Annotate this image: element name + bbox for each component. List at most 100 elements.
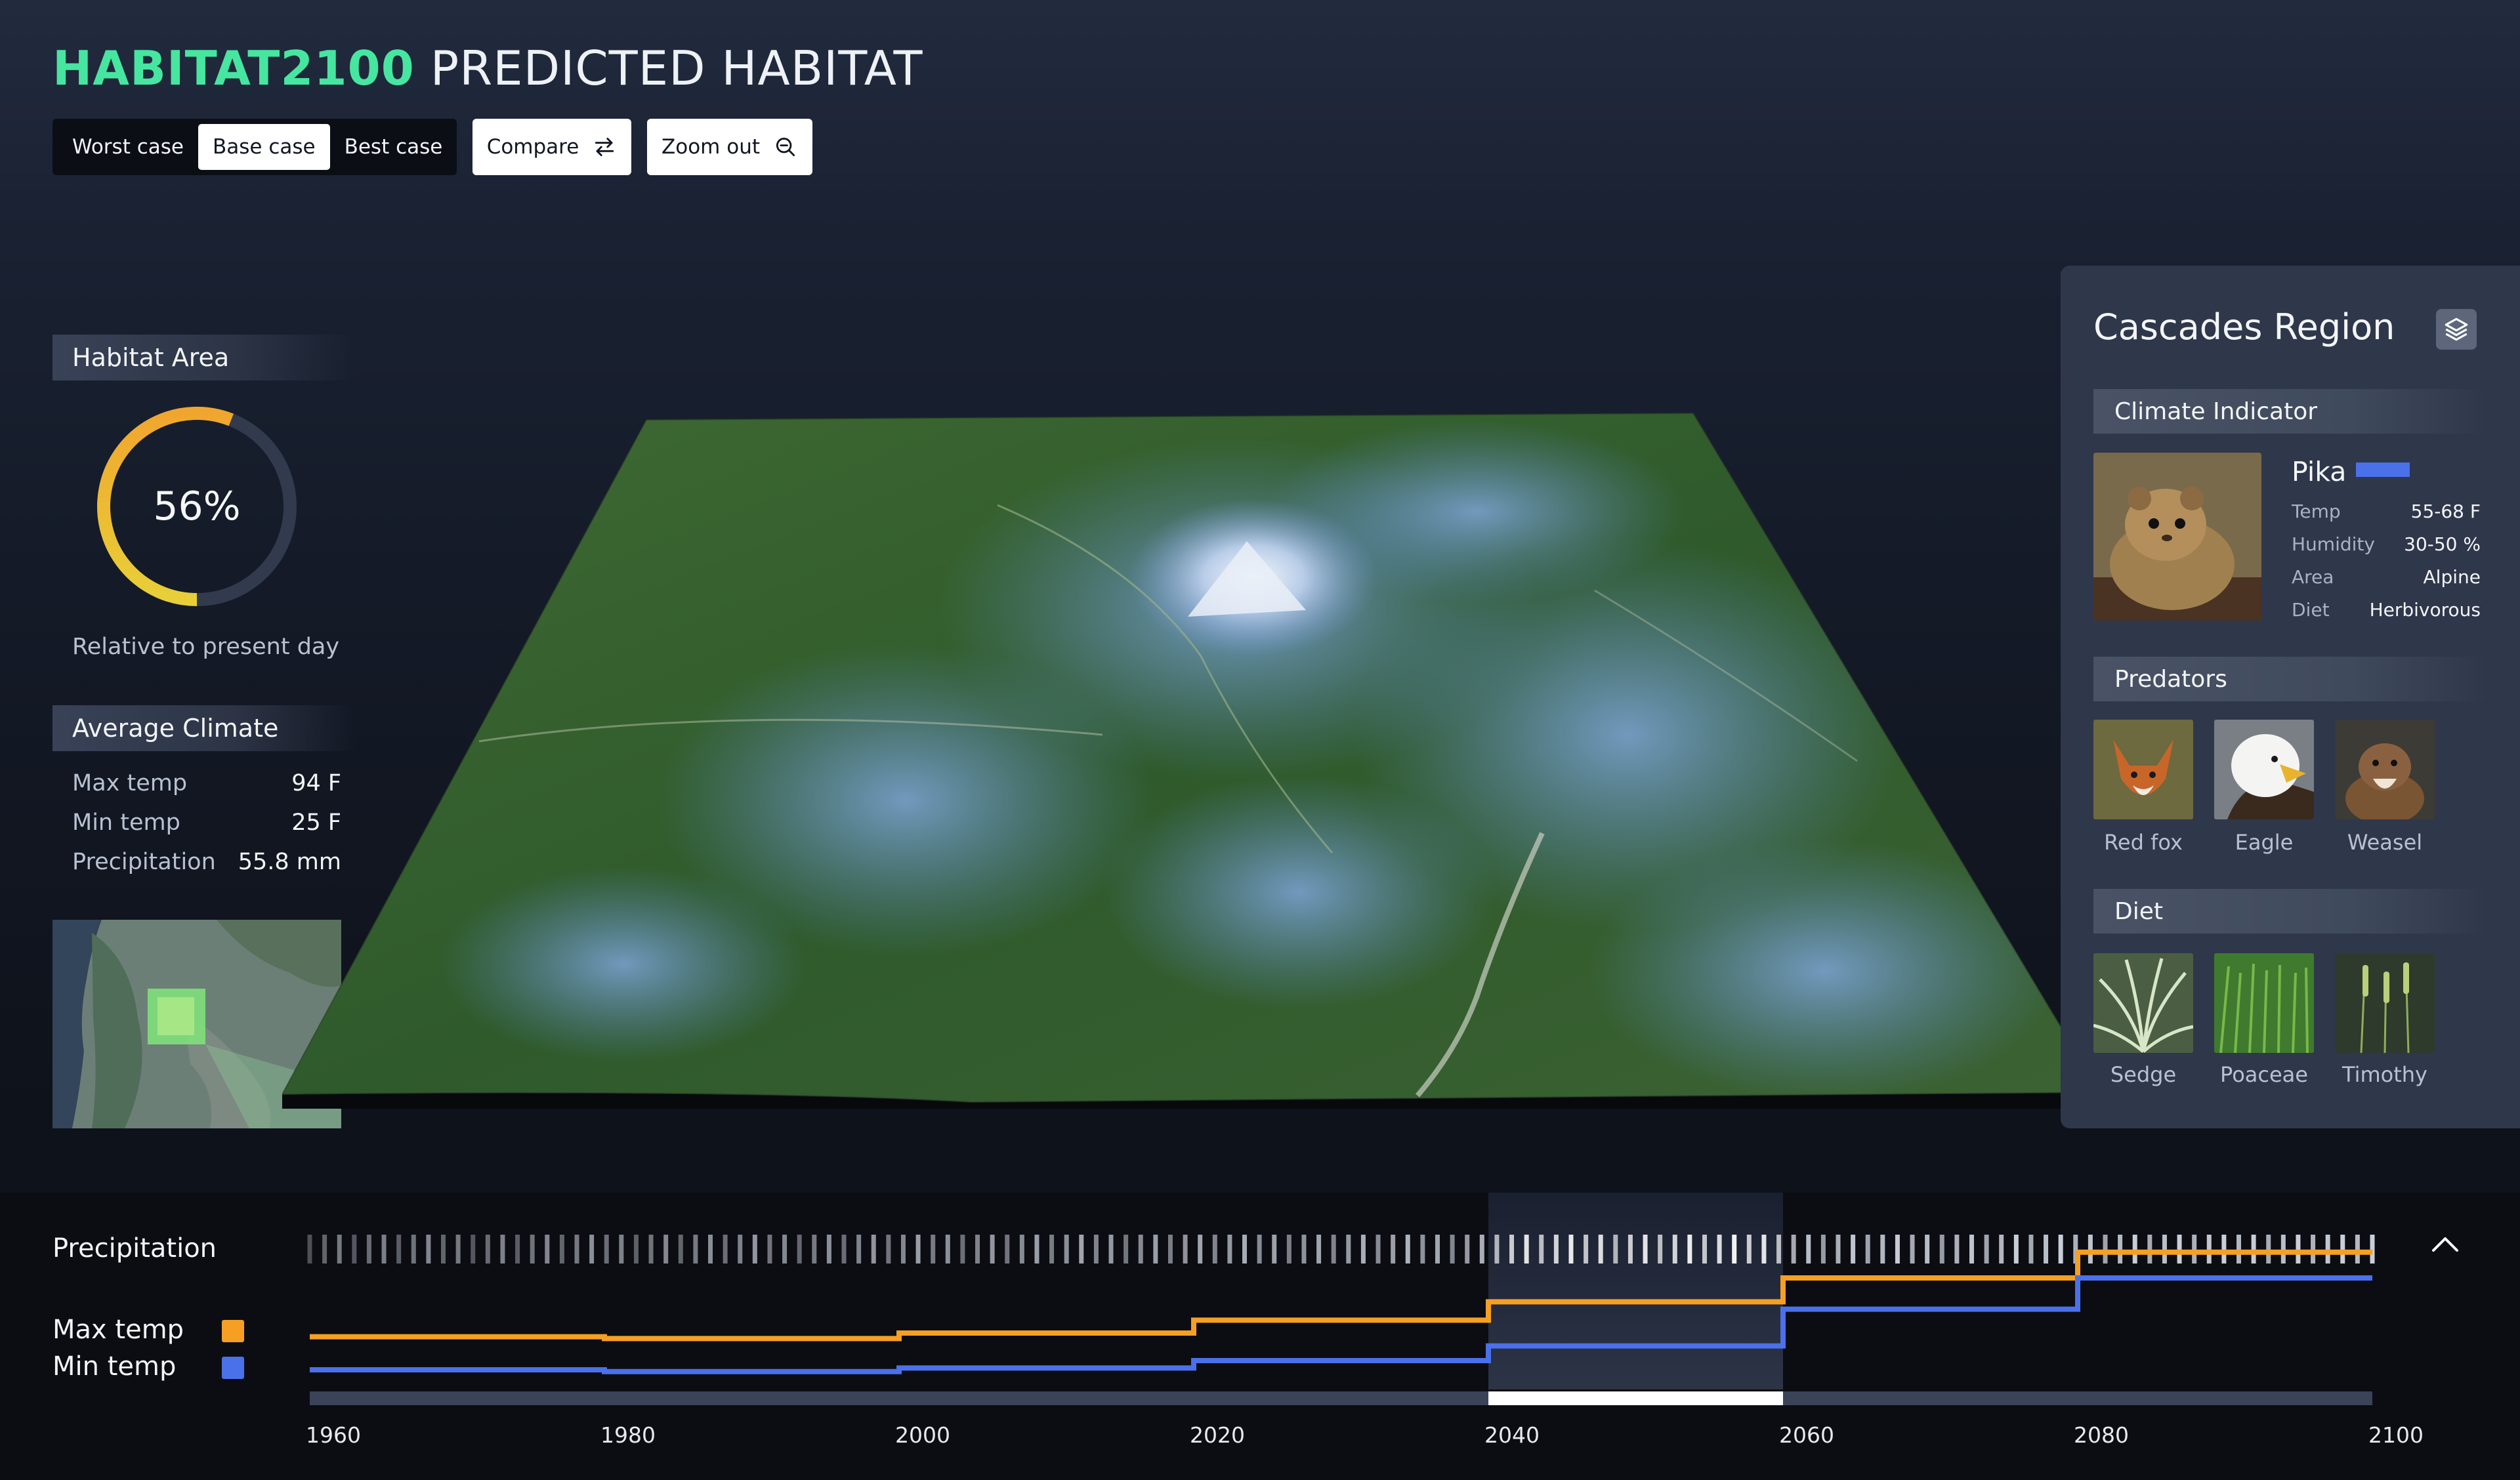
habitat-area-heading: Habitat Area: [52, 335, 354, 380]
eagle-photo: [2214, 720, 2314, 819]
diet-label: Timothy: [2342, 1062, 2427, 1087]
diet-card-poaceae[interactable]: [2214, 953, 2314, 1053]
precipitation-tick: [1064, 1235, 1069, 1264]
precipitation-tick: [1391, 1235, 1396, 1264]
legend-label: Min temp: [52, 1351, 177, 1382]
trait-row-area: Area Alpine: [2292, 566, 2481, 588]
climate-label: Min temp: [72, 810, 180, 836]
precipitation-tick: [1242, 1235, 1248, 1264]
timeline-track: [310, 1391, 2372, 1405]
precipitation-tick: [1598, 1235, 1603, 1264]
precipitation-tick: [1984, 1235, 1989, 1264]
precipitation-tick: [1732, 1235, 1737, 1264]
legend-swatch-min-temp: [222, 1357, 244, 1379]
terrain-3d-map[interactable]: [282, 394, 2100, 1109]
chevron-up-icon[interactable]: [2428, 1231, 2462, 1257]
zoom-out-label: Zoom out: [662, 135, 760, 159]
scenario-selector: Worst case Base case Best case: [52, 119, 457, 175]
precipitation-tick: [2325, 1235, 2330, 1264]
predator-card-weasel[interactable]: [2335, 720, 2435, 819]
diet-card-sedge[interactable]: [2093, 953, 2193, 1053]
selected-range-handle[interactable]: [1488, 1391, 1783, 1405]
precipitation-tick: [990, 1235, 995, 1264]
precipitation-tick: [841, 1235, 847, 1264]
trait-value: Herbivorous: [2369, 599, 2481, 621]
legend-max-temp: Max temp: [52, 1315, 184, 1345]
precipitation-tick: [2296, 1235, 2301, 1264]
min-temp-line: [310, 1275, 2372, 1374]
precipitation-tick: [1212, 1235, 1217, 1264]
precipitation-tick: [1999, 1235, 2004, 1264]
year-label: 2060: [1779, 1422, 1834, 1448]
diet-card-timothy[interactable]: [2335, 953, 2435, 1053]
precipitation-tick: [1746, 1235, 1752, 1264]
region-panel: Cascades Region Climate Indicator Pika T…: [2061, 266, 2520, 1128]
worst-case-button[interactable]: Worst case: [58, 124, 198, 170]
zoom-out-button[interactable]: Zoom out: [647, 119, 812, 175]
precipitation-tick: [1479, 1235, 1484, 1264]
precipitation-tick: [1167, 1235, 1173, 1264]
precipitation-tick: [471, 1235, 476, 1264]
precipitation-tick: [738, 1235, 743, 1264]
precipitation-tick: [530, 1235, 535, 1264]
precipitation-tick: [381, 1235, 387, 1264]
legend-label: Max temp: [52, 1315, 184, 1345]
precipitation-tick: [2058, 1235, 2063, 1264]
precipitation-tick: [500, 1235, 505, 1264]
precipitation-tick: [1702, 1235, 1707, 1264]
precipitation-tick: [2340, 1235, 2345, 1264]
precipitation-tick: [678, 1235, 683, 1264]
precipitation-tick: [1717, 1235, 1722, 1264]
precipitation-tick: [945, 1235, 950, 1264]
precipitation-tick: [2311, 1235, 2316, 1264]
layers-button[interactable]: [2436, 309, 2477, 350]
precipitation-tick: [1360, 1235, 1366, 1264]
trait-label: Temp: [2292, 501, 2341, 522]
precipitation-tick: [322, 1235, 327, 1264]
precipitation-tick: [1257, 1235, 1262, 1264]
precipitation-tick: [1034, 1235, 1040, 1264]
year-axis: 1960 1980 2000 2020 2040 2060 2080 2100: [0, 1422, 2520, 1455]
precipitation-tick: [633, 1235, 639, 1264]
climate-indicator-heading: Climate Indicator: [2093, 389, 2487, 434]
compare-button[interactable]: Compare: [472, 119, 631, 175]
precipitation-tick: [1672, 1235, 1677, 1264]
precipitation-tick: [1865, 1235, 1870, 1264]
precipitation-tick: [871, 1235, 876, 1264]
weasel-photo: [2335, 720, 2435, 819]
precipitation-tick: [1836, 1235, 1841, 1264]
trait-label: Humidity: [2292, 533, 2375, 555]
legend-min-temp: Min temp: [52, 1351, 176, 1382]
precipitation-tick: [1806, 1235, 1811, 1264]
best-case-button[interactable]: Best case: [330, 124, 457, 170]
precipitation-tick: [931, 1235, 936, 1264]
precipitation-tick: [1954, 1235, 1960, 1264]
precipitation-ticks: [307, 1235, 2375, 1264]
fox-photo: [2093, 720, 2193, 819]
precipitation-tick: [1584, 1235, 1589, 1264]
title-text: PREDICTED HABITAT: [430, 41, 923, 96]
precipitation-tick: [1539, 1235, 1544, 1264]
precipitation-tick: [1301, 1235, 1307, 1264]
precipitation-tick: [455, 1235, 461, 1264]
precipitation-tick: [1331, 1235, 1336, 1264]
zoom-out-icon: [776, 137, 795, 157]
precipitation-tick: [2192, 1235, 2197, 1264]
predator-card-red-fox[interactable]: [2093, 720, 2193, 819]
precipitation-tick: [812, 1235, 817, 1264]
precipitation-tick: [2206, 1235, 2212, 1264]
precipitation-tick: [1851, 1235, 1856, 1264]
trait-label: Area: [2292, 566, 2334, 588]
year-label: 1960: [306, 1422, 361, 1448]
precipitation-tick: [1524, 1235, 1529, 1264]
base-case-button[interactable]: Base case: [198, 124, 330, 170]
precipitation-tick: [1969, 1235, 1974, 1264]
precipitation-tick: [2162, 1235, 2167, 1264]
precipitation-tick: [1124, 1235, 1129, 1264]
precipitation-tick: [1005, 1235, 1010, 1264]
diet-heading: Diet: [2093, 889, 2487, 934]
predator-card-eagle[interactable]: [2214, 720, 2314, 819]
precipitation-tick: [1628, 1235, 1633, 1264]
precipitation-tick: [1198, 1235, 1203, 1264]
predator-label: Weasel: [2347, 830, 2423, 855]
